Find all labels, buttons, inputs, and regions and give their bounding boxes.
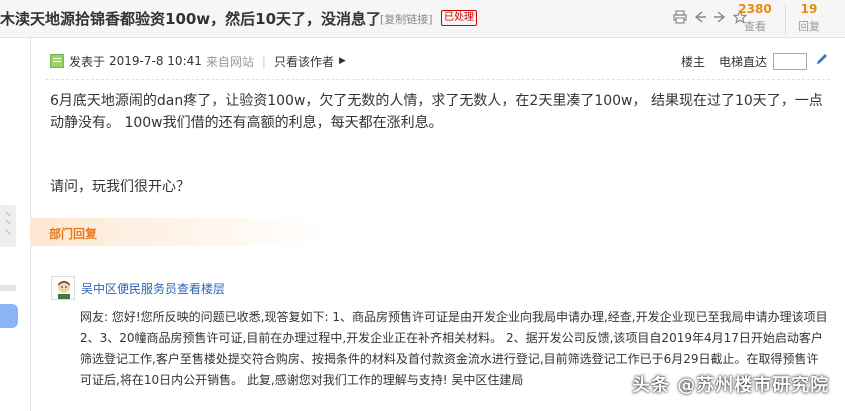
post-source: 来自网站 [205,54,254,69]
next-icon[interactable] [712,10,728,26]
post-question: 请问，玩我们很开心？ [50,179,190,195]
watermark: 头条 @苏州楼市研究院 [632,375,830,396]
views-count: 2380 [738,2,772,16]
elevator-label: 电梯直达 [719,54,768,69]
goto-pen-icon[interactable] [815,52,829,70]
status-badge: 已处理 [441,10,477,26]
department-reply-title: 部门回复 [49,227,98,241]
only-author-link[interactable]: 只看该作者 [274,53,334,70]
avatar [51,276,75,300]
triangle-right-icon: ▶ [338,56,346,66]
department-reply-header: 部门回复 [30,218,325,246]
goto-floor-input[interactable] [773,52,808,70]
post-icon [50,54,64,68]
print-icon[interactable] [672,10,688,26]
replies-count: 19 [800,2,818,16]
views-label: 查看 [744,20,766,33]
post-meta: 发表于 2019-7-8 10:41 来自网站 | 只看该作者 ▶ [50,52,346,70]
prev-icon[interactable] [692,10,708,26]
thread-header: 木渎天地源拾锦香都验资100w，然后10天了，没消息了 [复制链接] 已处理 2… [0,0,845,38]
replier-link[interactable]: 吴中区便民服务员查看楼层 [81,280,225,297]
replies-label: 回复 [798,20,820,33]
thread-title: 木渎天地源拾锦香都验资100w，然后10天了，没消息了 [0,10,382,28]
copy-link-button[interactable]: [复制链接] [380,11,433,27]
meta-separator: | [261,54,266,68]
post-meta-right: 楼主 电梯直达 [681,52,829,70]
post-content: 6月底天地源闹的dan疼了，让验资100w，欠了无数的人情，求了无数人，在2天里… [50,93,823,131]
post-date: 2019-7-8 10:41 [109,54,202,68]
views-stat: 2380 查看 [730,2,780,35]
meta-divider [46,79,830,80]
side-bar [0,285,16,291]
side-collapse-tab[interactable] [0,205,16,247]
side-blue-button[interactable] [0,304,18,328]
posted-prefix: 发表于 [69,54,106,69]
replies-stat: 19 回复 [784,2,834,35]
floor-label: 楼主 [681,54,706,69]
